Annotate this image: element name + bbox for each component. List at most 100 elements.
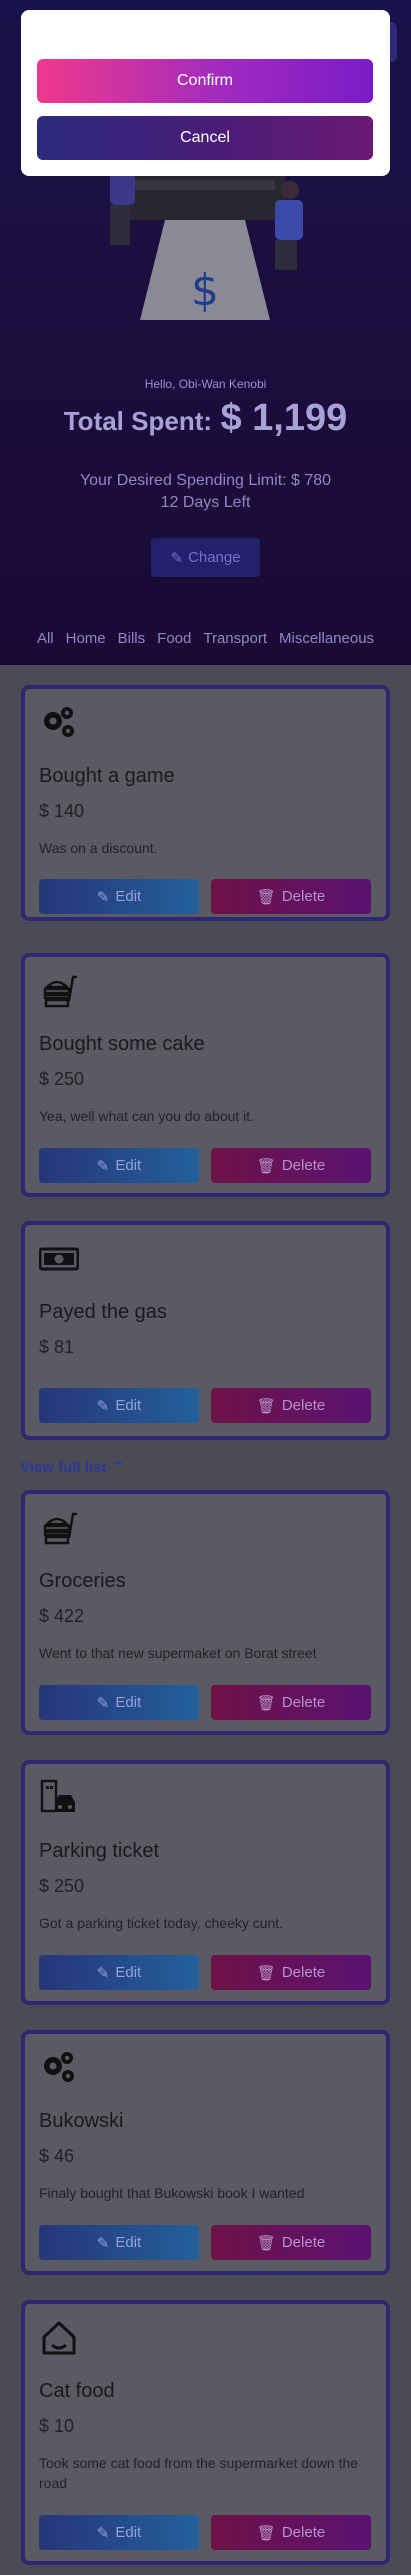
edit-button[interactable]: ✎ Edit [39, 1685, 199, 1720]
delete-button[interactable]: 🗑 Delete [211, 879, 371, 914]
expense-amount: $ 250 [39, 1069, 85, 1089]
expense-title: Groceries [39, 1570, 126, 1592]
view-full-list-label: View full list [20, 1458, 107, 1476]
food-icon [43, 975, 77, 1008]
filter-transport[interactable]: Transport [203, 630, 267, 647]
view-full-list-link[interactable]: View full list ⌃ [20, 1458, 125, 1477]
expense-card: Cat food $ 10 Took some cat food from th… [21, 2300, 390, 2565]
expense-description: Got a parking ticket today, cheeky cunt. [39, 1915, 284, 1931]
gears-icon [44, 707, 74, 737]
total-spent-amount: $ 1,199 [220, 397, 348, 439]
home-icon [42, 2321, 76, 2355]
delete-label: Delete [281, 2524, 326, 2541]
edit-icon: ✎ [96, 888, 110, 906]
edit-icon: ✎ [96, 1964, 110, 1982]
expense-description: Yea, well what can you do about it. [39, 1108, 255, 1124]
delete-label: Delete [281, 1397, 326, 1414]
trash-icon: 🗑 [256, 1964, 276, 1982]
spending-limit-text: Your Desired Spending Limit: $ 780 [79, 472, 332, 489]
expense-title: Bought a game [39, 765, 175, 787]
edit-button[interactable]: ✎ Edit [39, 879, 199, 914]
edit-button[interactable]: ✎ Edit [39, 2515, 199, 2550]
total-spent-label: Total Spent: [63, 406, 213, 436]
expense-amount: $ 46 [39, 2146, 75, 2166]
expense-title: Bought some cake [39, 1033, 205, 1055]
money-icon [39, 1247, 79, 1271]
svg-text:$: $ [191, 265, 219, 316]
edit-icon: ✎ [96, 2524, 110, 2542]
edit-label: Edit [115, 888, 142, 905]
edit-icon: ✎ [96, 1157, 110, 1175]
expense-amount: $ 140 [39, 801, 85, 821]
edit-label: Edit [115, 1157, 142, 1174]
expense-card: Bought some cake $ 250 Yea, well what ca… [21, 953, 390, 1197]
expense-amount: $ 81 [39, 1337, 75, 1357]
food-icon [43, 1512, 77, 1545]
trash-icon: 🗑 [256, 1157, 276, 1175]
trash-icon: 🗑 [256, 888, 276, 906]
car-icon [40, 1779, 75, 1813]
filter-miscellaneous[interactable]: Miscellaneous [279, 630, 374, 647]
expense-description: Was on a discount. [39, 840, 158, 856]
expense-title: Cat food [39, 2380, 115, 2402]
gears-icon [44, 2052, 74, 2082]
expense-amount: $ 422 [39, 1606, 85, 1626]
delete-button[interactable]: 🗑 Delete [211, 2225, 371, 2260]
expense-description: Finaly bought that Bukowski book I wante… [39, 2185, 305, 2201]
expense-title: Payed the gas [39, 1301, 167, 1323]
trash-icon: 🗑 [256, 1694, 276, 1712]
filter-food[interactable]: Food [157, 630, 191, 647]
change-button-label: Change [188, 549, 241, 566]
edit-label: Edit [115, 1397, 142, 1414]
filter-home[interactable]: Home [66, 630, 106, 647]
category-filter-bar: All Home Bills Food Transport Miscellane… [0, 630, 411, 647]
expense-amount: $ 10 [39, 2416, 75, 2436]
trash-icon: 🗑 [256, 2524, 276, 2542]
edit-button[interactable]: ✎ Edit [39, 1388, 199, 1423]
edit-label: Edit [115, 2234, 142, 2251]
expense-title: Parking ticket [39, 1840, 160, 1862]
delete-label: Delete [281, 2234, 326, 2251]
edit-button[interactable]: ✎ Edit [39, 2225, 199, 2260]
cancel-button[interactable]: Cancel [37, 116, 373, 160]
pencil-icon: ✎ [170, 549, 184, 567]
expense-title: Bukowski [39, 2110, 124, 2132]
trash-icon: 🗑 [256, 1397, 276, 1415]
edit-label: Edit [115, 1964, 142, 1981]
delete-button[interactable]: 🗑 Delete [211, 2515, 371, 2550]
spending-limit: Your Desired Spending Limit: $ 780 12 Da… [0, 470, 411, 514]
delete-button[interactable]: 🗑 Delete [211, 1388, 371, 1423]
edit-icon: ✎ [96, 1397, 110, 1415]
change-limit-button[interactable]: ✎ Change [151, 538, 260, 577]
expense-card: Payed the gas $ 81 ✎ Edit 🗑 Delete [21, 1221, 390, 1440]
total-spent: Total Spent: $ 1,199 [0, 397, 411, 440]
delete-label: Delete [281, 888, 326, 905]
filter-all[interactable]: All [37, 630, 54, 647]
filter-bills[interactable]: Bills [118, 630, 146, 647]
edit-icon: ✎ [96, 2234, 110, 2252]
delete-label: Delete [281, 1964, 326, 1981]
confirm-dialog: Confirm Cancel [21, 10, 390, 176]
delete-label: Delete [281, 1694, 326, 1711]
days-left-text: 12 Days Left [160, 494, 251, 511]
expense-amount: $ 250 [39, 1876, 85, 1896]
edit-icon: ✎ [96, 1694, 110, 1712]
expense-card: Groceries $ 422 Went to that new superma… [21, 1490, 390, 1735]
expense-card: Parking ticket $ 250 Got a parking ticke… [21, 1760, 390, 2005]
expense-description: Took some cat food from the supermarket … [39, 2455, 359, 2491]
delete-label: Delete [281, 1157, 326, 1174]
expense-card: Bukowski $ 46 Finaly bought that Bukowsk… [21, 2030, 390, 2275]
confirm-button[interactable]: Confirm [37, 59, 373, 103]
delete-button[interactable]: 🗑 Delete [211, 1955, 371, 1990]
edit-label: Edit [115, 1694, 142, 1711]
edit-button[interactable]: ✎ Edit [39, 1148, 199, 1183]
delete-button[interactable]: 🗑 Delete [211, 1685, 371, 1720]
trash-icon: 🗑 [256, 2234, 276, 2252]
edit-label: Edit [115, 2524, 142, 2541]
delete-button[interactable]: 🗑 Delete [211, 1148, 371, 1183]
expense-description: Went to that new supermaket on Borat str… [39, 1645, 317, 1661]
expense-card: Bought a game $ 140 Was on a discount. ✎… [21, 685, 390, 921]
edit-button[interactable]: ✎ Edit [39, 1955, 199, 1990]
greeting-text: Hello, Obi-Wan Kenobi [144, 377, 267, 391]
chevron-up-icon: ⌃ [112, 1459, 125, 1476]
